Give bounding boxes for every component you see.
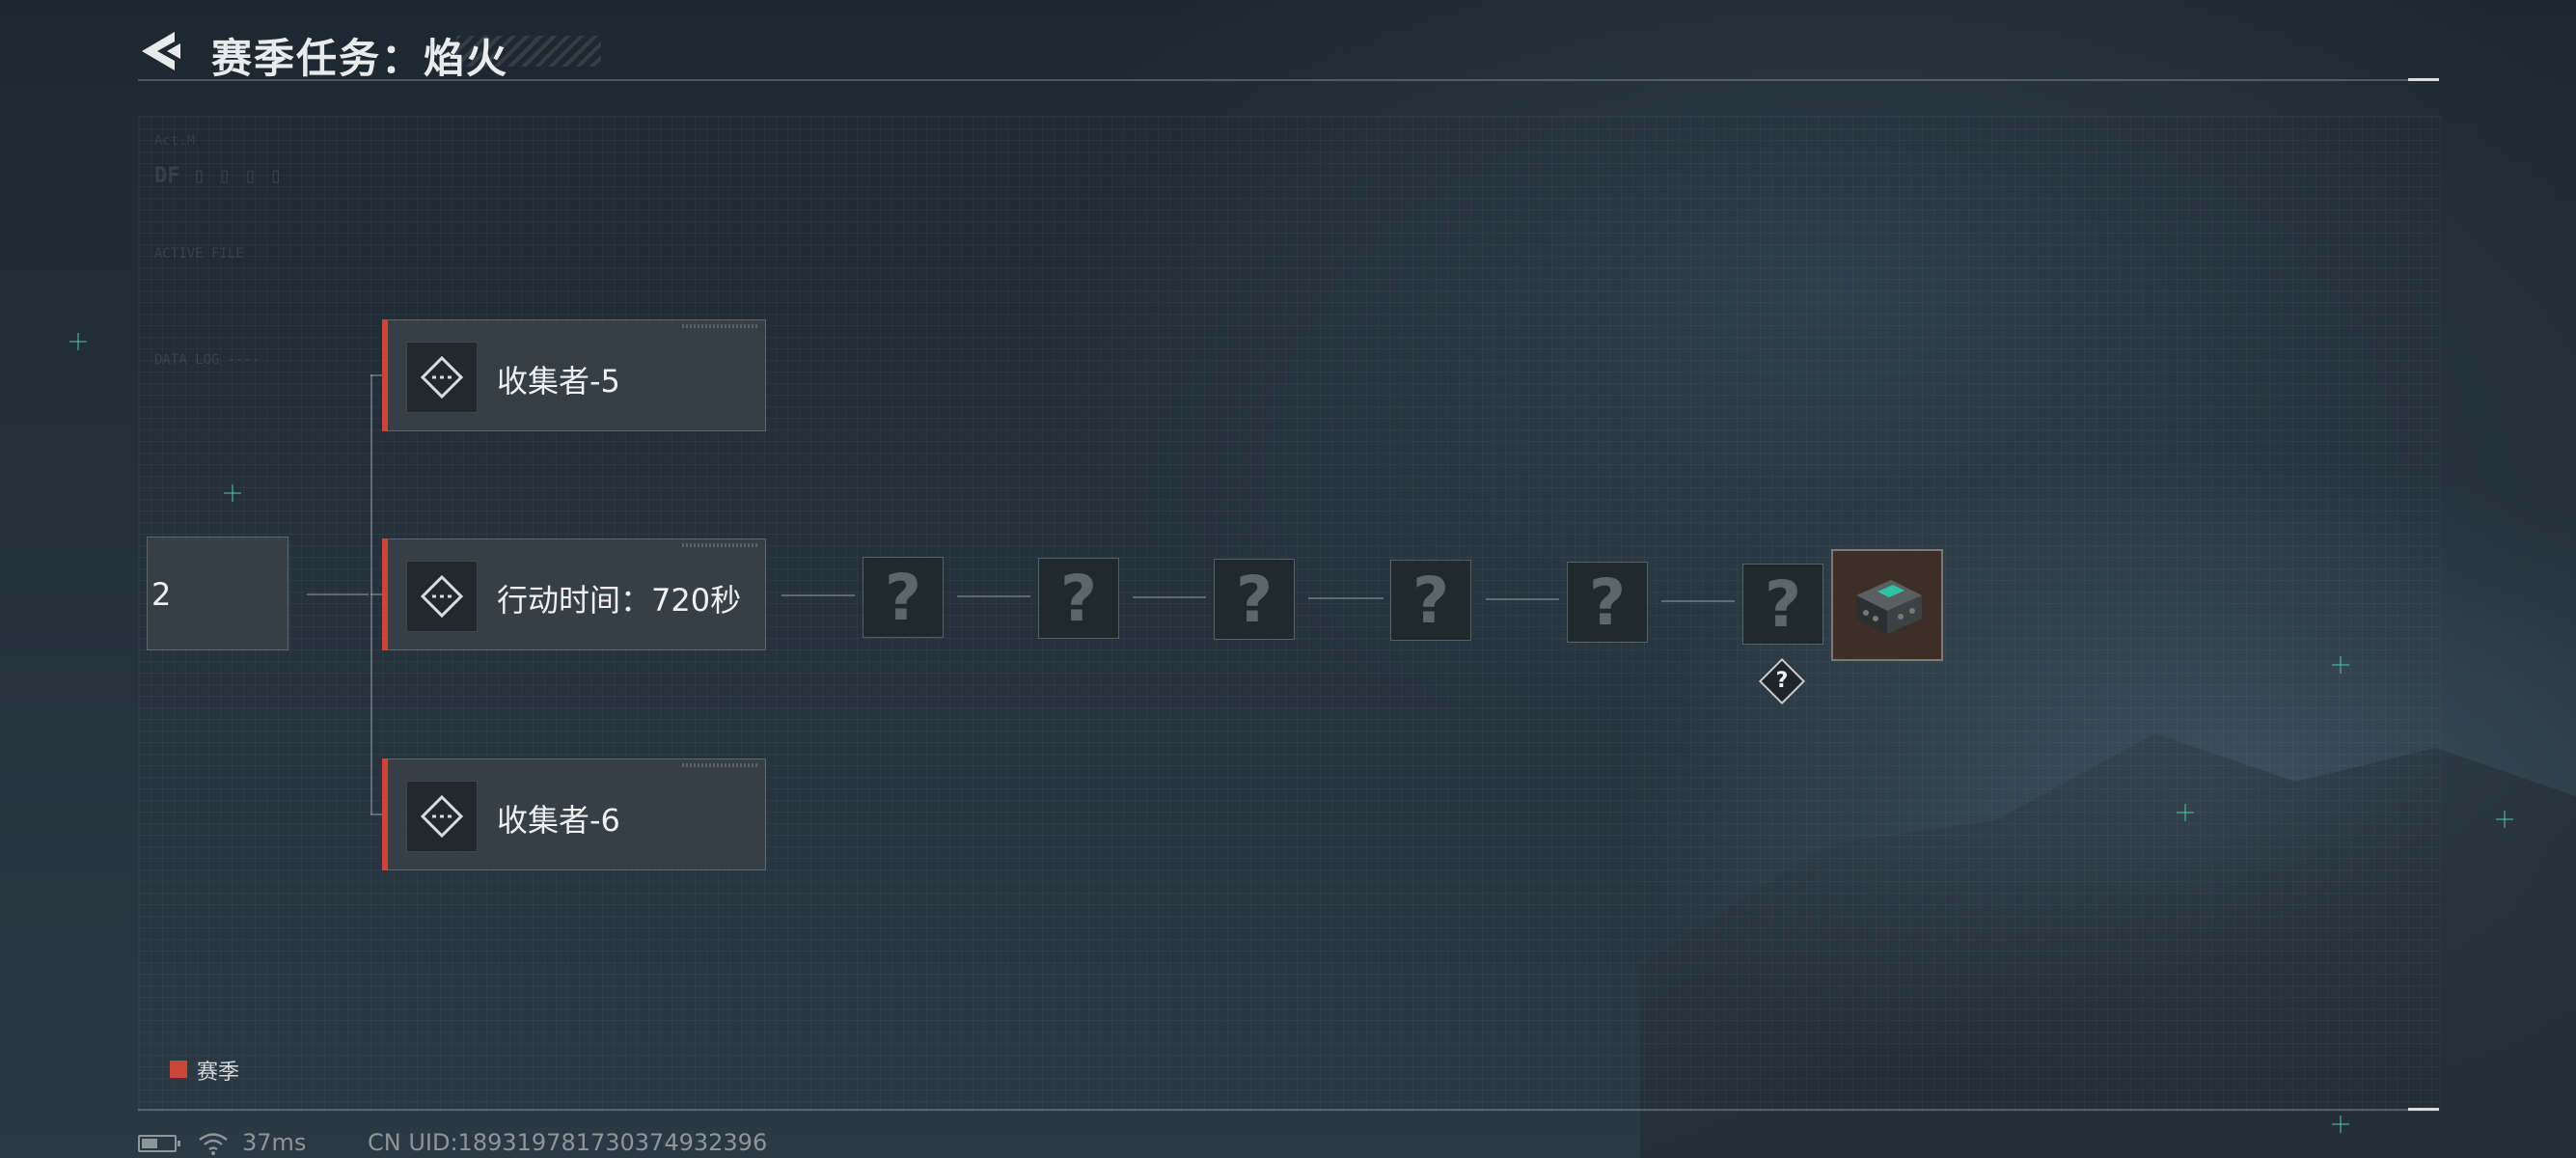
task-node-collector-6[interactable]: 收集者-6 (382, 758, 766, 870)
locked-question-mark: ? (1235, 563, 1274, 637)
task-node-label: 收集者-5 (497, 363, 620, 400)
legend-label: 赛季 (197, 1061, 240, 1085)
reward-info-question: ? (1775, 669, 1789, 693)
locked-task-node[interactable]: ? (1038, 558, 1119, 639)
background-deco-text: DF ▯ ▯ ▯ ▯ (154, 164, 283, 188)
back-arrow-icon (142, 32, 180, 70)
footer-divider (138, 1108, 2439, 1111)
locked-question-mark: ? (1764, 567, 1802, 642)
crosshair-deco (2496, 811, 2513, 828)
header-divider (138, 78, 2439, 81)
locked-question-mark: ? (1411, 564, 1450, 638)
diamond-task-icon (406, 342, 478, 413)
title-deco-stripes (456, 36, 601, 67)
locked-task-node[interactable]: ? (1390, 560, 1471, 641)
connector-line (307, 593, 369, 595)
connector-line (957, 595, 1030, 597)
crosshair-deco (2332, 1116, 2349, 1133)
locked-question-mark: ? (884, 561, 922, 635)
crosshair-deco (224, 484, 241, 502)
crosshair-deco (2177, 804, 2194, 821)
diamond-task-icon (406, 561, 478, 632)
node-corner-deco (682, 324, 759, 328)
connector-line (1486, 598, 1559, 600)
wifi-icon (199, 1133, 228, 1155)
locked-question-mark: ? (1588, 565, 1627, 640)
task-node-label: 收集者-6 (497, 802, 620, 839)
legend-swatch-season (170, 1061, 187, 1078)
crosshair-deco (69, 333, 87, 350)
diamond-task-icon (406, 781, 478, 852)
uid-text: CN UID:1893197817303749323​96 (368, 1129, 768, 1156)
background-deco-text: ACTIVE FILE (154, 246, 244, 262)
node-corner-deco (682, 543, 759, 547)
locked-task-node[interactable]: ? (1742, 564, 1823, 645)
locked-question-mark: ? (1059, 562, 1098, 636)
crosshair-deco (2332, 656, 2349, 674)
connector-line (781, 594, 855, 596)
locked-task-node[interactable]: ? (1214, 559, 1295, 640)
reward-item-slot[interactable] (1831, 549, 1943, 661)
locked-task-node[interactable]: ? (863, 557, 944, 638)
game-screen: Act.M DF ▯ ▯ ▯ ▯ ACTIVE FILE DATA LOG --… (0, 0, 2576, 1158)
node-corner-deco (682, 763, 759, 767)
ping-text: 37ms (242, 1129, 307, 1156)
season-accent-bar (382, 758, 388, 870)
device-box-icon (1856, 580, 1922, 634)
connector-line (1133, 596, 1206, 598)
background-deco-text: DATA LOG ---- (154, 352, 260, 368)
season-accent-bar (382, 319, 388, 431)
back-button[interactable] (138, 28, 186, 76)
background-deco-text: Act.M (154, 133, 196, 149)
connector-line (1308, 597, 1384, 599)
task-node-action-time[interactable]: 行动时间：720秒 (382, 538, 766, 650)
connector-line (1661, 600, 1735, 602)
battery-icon (138, 1135, 180, 1152)
task-node-previous[interactable]: 2 (147, 537, 288, 650)
task-node-label: 2 (151, 576, 172, 613)
season-accent-bar (382, 538, 388, 650)
task-node-label: 行动时间：720秒 (497, 582, 742, 619)
locked-task-node[interactable]: ? (1567, 562, 1648, 643)
task-node-collector-5[interactable]: 收集者-5 (382, 319, 766, 431)
